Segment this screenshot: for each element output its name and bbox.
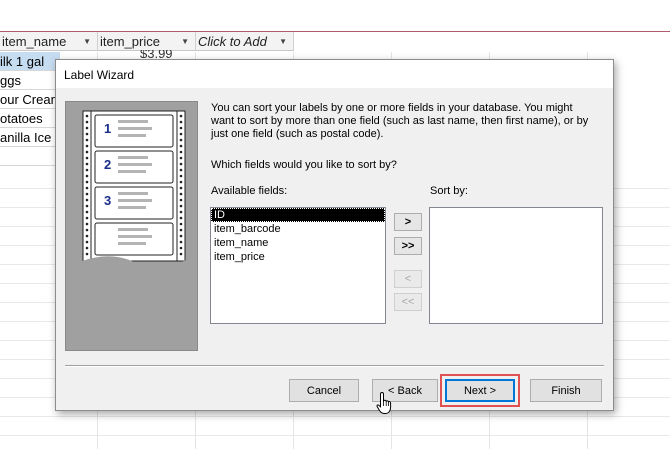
table-row[interactable]: anilla Ice [0, 128, 60, 147]
available-fields-list[interactable]: ID item_barcode item_name item_price [210, 207, 386, 324]
table-row[interactable]: our Cream [0, 90, 60, 109]
label-sheet-icon: 1 2 3 [82, 110, 186, 269]
grid-divider [0, 435, 670, 436]
sort-by-label: Sort by: [430, 185, 468, 197]
column-header-label: item_name [2, 33, 67, 49]
column-header-label: Click to Add [198, 33, 267, 49]
instructions-text: You can sort your labels by one or more … [211, 102, 589, 140]
add-all-fields-button[interactable]: >> [394, 237, 422, 255]
grid-divider [0, 416, 670, 417]
label-wizard-dialog: Label Wizard 1 2 3 You can sort your lab… [55, 59, 614, 414]
table-row[interactable]: otatoes [0, 109, 60, 128]
label-number-2: 2 [104, 157, 111, 172]
table-row-empty[interactable] [0, 147, 60, 166]
column-header-item-price[interactable]: item_price ▼ [98, 32, 196, 51]
hand-pointer-icon [376, 391, 396, 418]
table-row[interactable]: ggs [0, 71, 60, 90]
column-header-label: item_price [100, 33, 160, 49]
sort-by-list[interactable] [429, 207, 603, 324]
dropdown-caret-icon[interactable]: ▼ [279, 37, 287, 46]
divider [65, 365, 604, 367]
available-fields-label: Available fields: [211, 185, 288, 197]
question-text: Which fields would you like to sort by? [211, 159, 397, 171]
list-item[interactable]: item_name [211, 236, 385, 250]
add-field-button[interactable]: > [394, 213, 422, 231]
remove-field-button[interactable]: < [394, 270, 422, 288]
next-button-highlight [440, 374, 520, 407]
label-illustration: 1 2 3 [65, 101, 198, 351]
list-item[interactable]: item_barcode [211, 222, 385, 236]
list-item[interactable]: ID [211, 208, 385, 222]
label-number-3: 3 [104, 193, 111, 208]
column-header-click-to-add[interactable]: Click to Add ▼ [196, 32, 294, 51]
remove-all-fields-button[interactable]: << [394, 293, 422, 311]
title-bar[interactable]: Label Wizard [56, 60, 613, 88]
label-number-1: 1 [104, 121, 111, 136]
list-item[interactable]: item_price [211, 250, 385, 264]
dialog-title: Label Wizard [64, 68, 135, 82]
finish-button[interactable]: Finish [530, 379, 602, 402]
column-header-item-name[interactable]: item_name ▼ [0, 32, 98, 51]
price-cell-partial: $3.99 [140, 50, 173, 58]
table-row[interactable]: ilk 1 gal [0, 52, 60, 71]
dropdown-caret-icon[interactable]: ▼ [83, 37, 91, 46]
datasheet-header: item_name ▼ item_price ▼ Click to Add ▼ [0, 32, 294, 52]
cancel-button[interactable]: Cancel [289, 379, 359, 402]
dropdown-caret-icon[interactable]: ▼ [181, 37, 189, 46]
